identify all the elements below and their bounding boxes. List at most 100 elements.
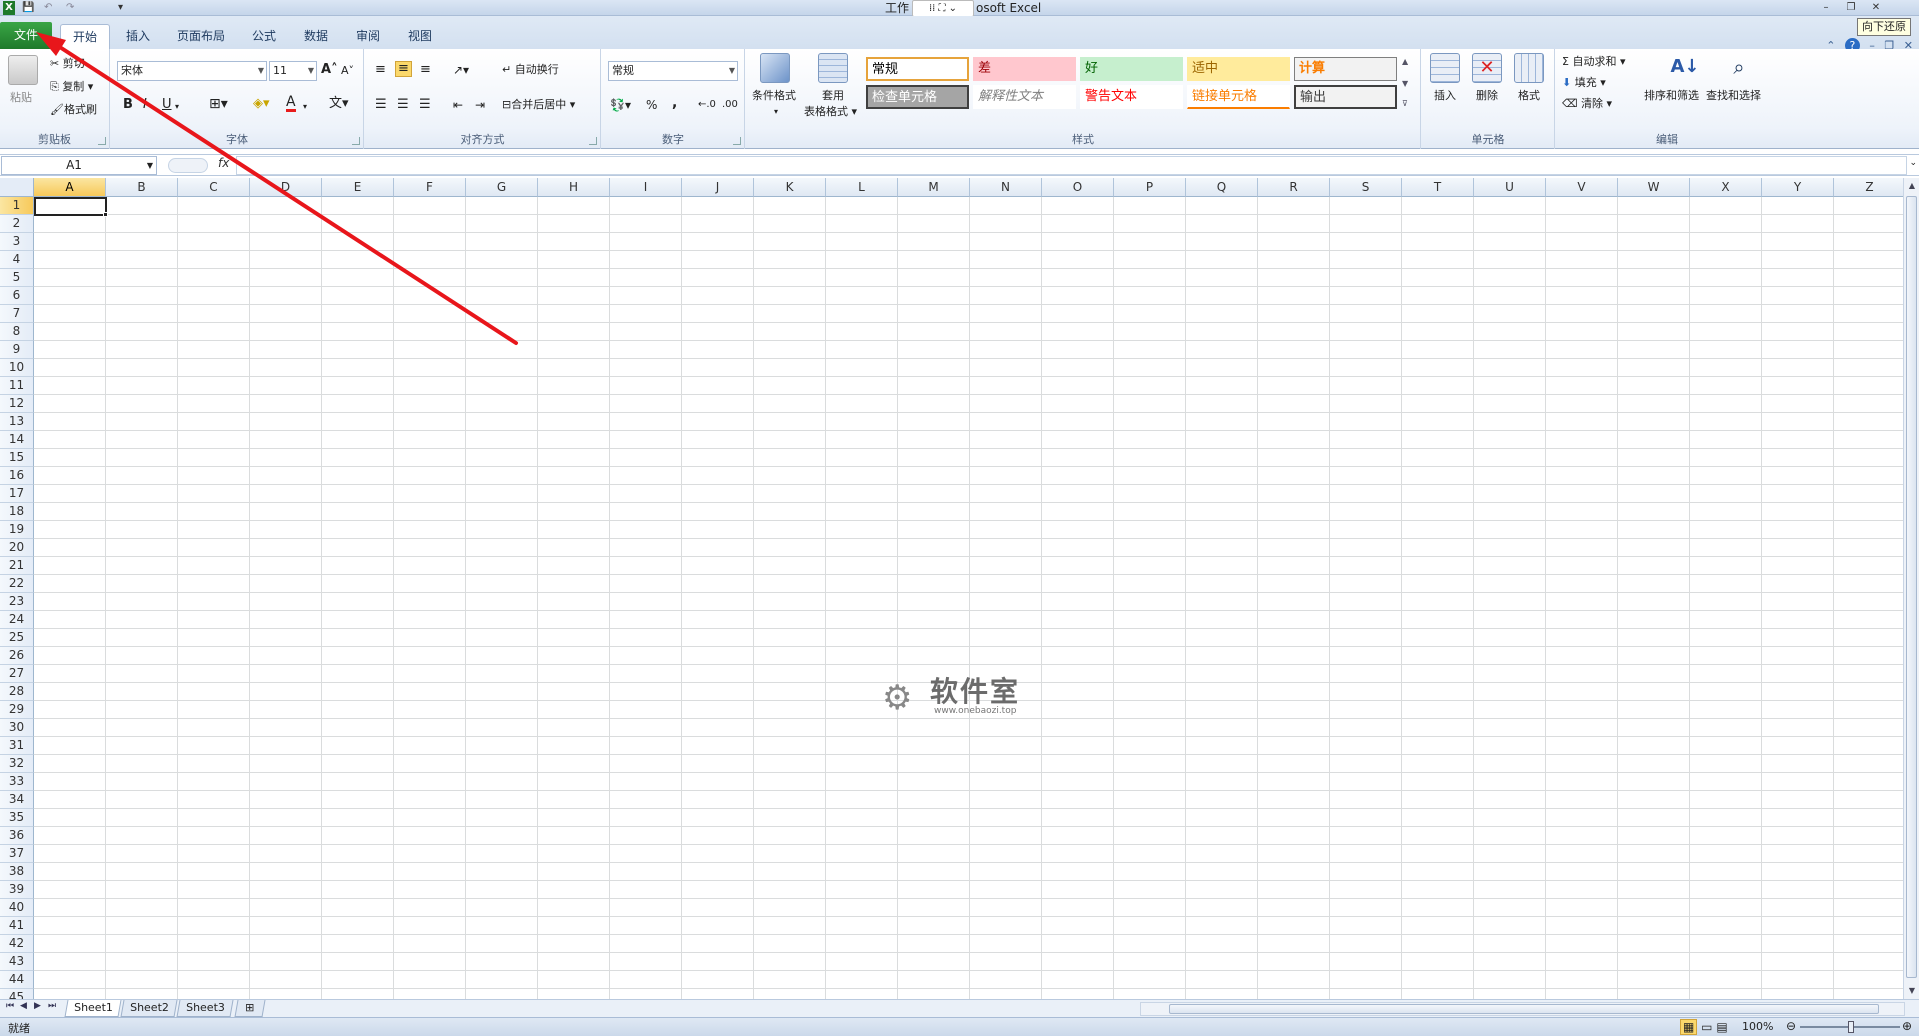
column-header-m[interactable]: M [898,178,970,197]
conditional-format-icon[interactable] [760,53,790,83]
gallery-down-icon[interactable]: ▼ [1402,77,1408,91]
row-header-42[interactable]: 42 [0,935,34,953]
minimize-button[interactable]: – [1815,0,1837,15]
row-header-12[interactable]: 12 [0,395,34,413]
row-header-11[interactable]: 11 [0,377,34,395]
row-header-6[interactable]: 6 [0,287,34,305]
column-header-k[interactable]: K [754,178,826,197]
grow-font-button[interactable]: A˄ [321,63,338,77]
cell-style-4[interactable]: 计算 [1294,57,1397,81]
increase-indent-icon[interactable]: ⇥ [475,98,485,112]
align-top-icon[interactable]: ≡ [375,63,386,77]
column-header-y[interactable]: Y [1762,178,1834,197]
save-icon[interactable]: 💾 [22,1,34,15]
row-header-5[interactable]: 5 [0,269,34,287]
font-name-combo[interactable]: 宋体 ▼ [117,61,267,81]
column-header-f[interactable]: F [394,178,466,197]
font-launcher-icon[interactable] [352,137,360,145]
last-sheet-icon[interactable]: ⏭ [48,1001,56,1011]
find-select-button[interactable]: 查找和选择 [1706,89,1761,103]
tab-home[interactable]: 开始 [60,24,110,49]
italic-button[interactable]: I [143,98,147,112]
insert-cells-button[interactable]: 插入 [1434,89,1456,103]
horizontal-scrollbar[interactable] [1140,1002,1905,1016]
row-header-14[interactable]: 14 [0,431,34,449]
decrease-indent-icon[interactable]: ⇤ [453,98,463,112]
name-box[interactable]: A1 ▼ [1,156,157,175]
cell-style-1[interactable]: 差 [973,57,1076,81]
column-header-p[interactable]: P [1114,178,1186,197]
undo-icon[interactable]: ↶ [44,1,52,15]
alignment-launcher-icon[interactable] [589,137,597,145]
align-center-icon[interactable]: ☰ [397,98,409,112]
sort-filter-icon[interactable]: A↓ [1670,53,1700,83]
row-header-41[interactable]: 41 [0,917,34,935]
column-header-a[interactable]: A [34,178,106,197]
orientation-icon[interactable]: ↗▾ [453,63,469,77]
column-header-h[interactable]: H [538,178,610,197]
tab-view[interactable]: 视图 [400,24,440,49]
screen-recorder-toolbar[interactable]: ⁞⁞ ⛶ ⌄ [912,0,974,17]
row-header-17[interactable]: 17 [0,485,34,503]
column-header-q[interactable]: Q [1186,178,1258,197]
cell-area[interactable] [34,197,1903,999]
sheet-tab-sheet3[interactable]: Sheet3 [176,1000,234,1017]
row-header-34[interactable]: 34 [0,791,34,809]
cut-button[interactable]: ✂ 剪切 [50,57,85,71]
cell-style-0[interactable]: 常规 [866,57,969,81]
column-header-b[interactable]: B [106,178,178,197]
wrap-text-button[interactable]: ↵ 自动换行 [502,63,559,77]
tab-insert[interactable]: 插入 [118,24,158,49]
font-color-icon[interactable]: A [286,95,296,112]
column-header-e[interactable]: E [322,178,394,197]
paste-button[interactable]: 粘贴 [10,91,32,105]
column-header-u[interactable]: U [1474,178,1546,197]
row-header-7[interactable]: 7 [0,305,34,323]
row-header-35[interactable]: 35 [0,809,34,827]
customize-quick-access-icon[interactable]: ▾ [118,1,123,15]
currency-icon[interactable]: 💱▾ [610,98,631,112]
cell-style-3[interactable]: 适中 [1187,57,1290,81]
align-left-icon[interactable]: ☰ [375,98,387,112]
row-header-28[interactable]: 28 [0,683,34,701]
row-header-13[interactable]: 13 [0,413,34,431]
horizontal-scroll-thumb[interactable] [1169,1004,1879,1014]
restore-button[interactable]: ❐ [1840,0,1862,15]
phonetic-button[interactable]: 文▾ [329,97,349,111]
fill-handle[interactable] [103,212,108,217]
cell-style-6[interactable]: 解释性文本 [973,85,1076,109]
clear-button[interactable]: ⌫ 清除 ▾ [1562,97,1612,111]
row-header-1[interactable]: 1 [0,197,34,215]
row-header-2[interactable]: 2 [0,215,34,233]
cell-style-8[interactable]: 链接单元格 [1187,85,1290,109]
column-header-c[interactable]: C [178,178,250,197]
insert-cells-icon[interactable] [1430,53,1460,83]
number-launcher-icon[interactable] [733,137,741,145]
column-header-d[interactable]: D [250,178,322,197]
paste-icon[interactable] [8,55,38,85]
row-header-10[interactable]: 10 [0,359,34,377]
fill-color-icon[interactable]: ◈▾ [253,97,270,111]
column-header-t[interactable]: T [1402,178,1474,197]
row-header-40[interactable]: 40 [0,899,34,917]
formula-bar-resize-handle[interactable] [168,158,208,173]
column-header-i[interactable]: I [610,178,682,197]
first-sheet-icon[interactable]: ⏮ [6,1001,14,1011]
row-header-39[interactable]: 39 [0,881,34,899]
copy-button[interactable]: ⎘ 复制 ▾ [50,80,93,94]
column-header-o[interactable]: O [1042,178,1114,197]
column-header-l[interactable]: L [826,178,898,197]
tab-review[interactable]: 审阅 [348,24,388,49]
column-header-v[interactable]: V [1546,178,1618,197]
row-header-21[interactable]: 21 [0,557,34,575]
vertical-scroll-thumb[interactable] [1906,196,1917,978]
sheet-tab-sheet1[interactable]: Sheet1 [64,1000,122,1017]
row-header-20[interactable]: 20 [0,539,34,557]
close-button[interactable]: ✕ [1865,0,1887,15]
row-header-33[interactable]: 33 [0,773,34,791]
clipboard-launcher-icon[interactable] [98,137,106,145]
chevron-down-icon[interactable]: ▾ [303,100,307,114]
format-cells-icon[interactable] [1514,53,1544,83]
tab-file[interactable]: 文件 [0,22,52,49]
merge-center-button[interactable]: ⊟合并后居中 ▾ [502,98,575,112]
